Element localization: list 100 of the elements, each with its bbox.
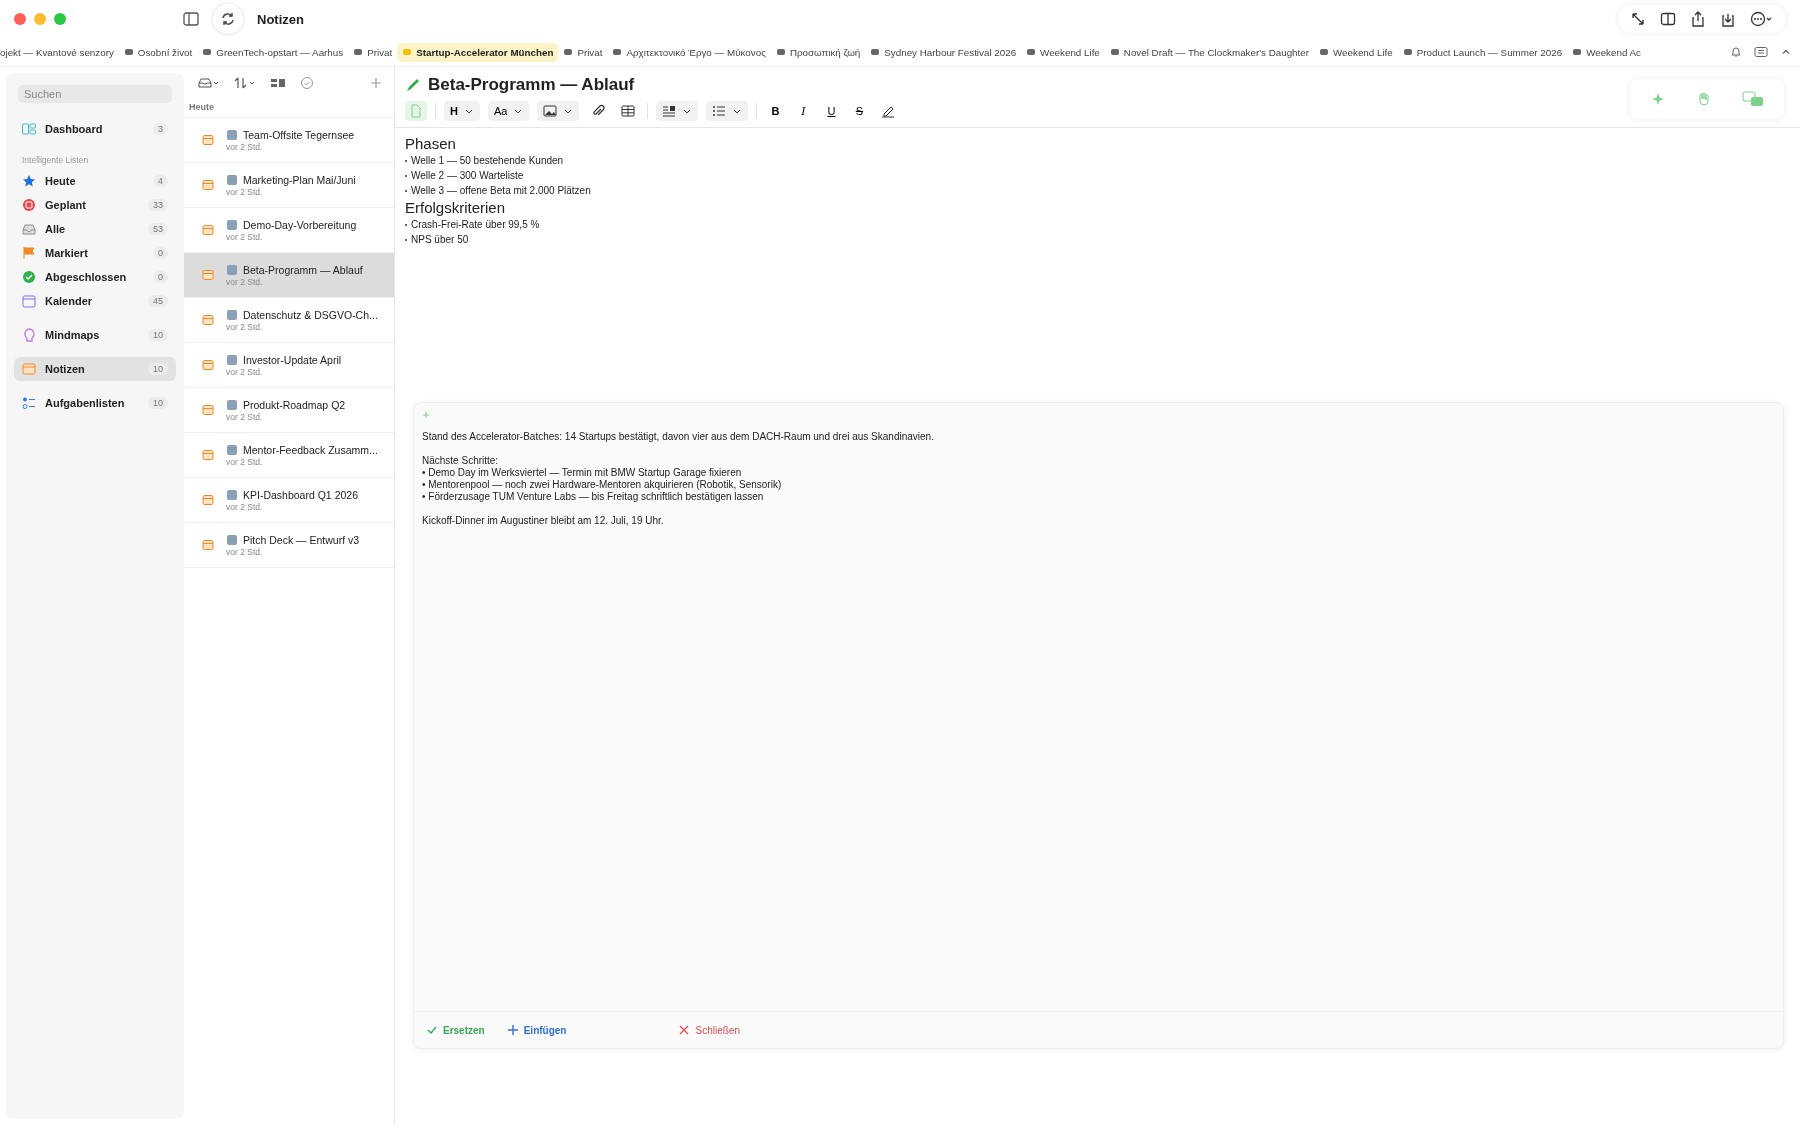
tab[interactable]: Weekend Life — [1314, 42, 1398, 62]
check-icon — [426, 1024, 438, 1036]
action-button[interactable]: Einfügen — [500, 1023, 573, 1037]
sidebar-item[interactable]: Alle 53 — [14, 217, 176, 241]
tab[interactable]: Προσωπική ζωή — [770, 42, 866, 62]
close-button[interactable] — [14, 13, 26, 25]
note-title: Datenschutz & DSGVO-Ch... — [243, 308, 378, 321]
more-icon[interactable] — [1750, 11, 1774, 27]
note-icon — [202, 269, 214, 281]
text-line: • Mentorenpool — noch zwei Hardware-Mentoren akquirieren (Robotik, Sensorik) — [422, 479, 783, 491]
dropdown-button[interactable]: H — [444, 101, 480, 121]
note-item[interactable]: Marketing-Plan Mai/Juni vor 2 Std. — [184, 163, 394, 208]
sync-button[interactable] — [213, 4, 243, 34]
document-icon — [410, 104, 422, 118]
planned-icon — [22, 198, 36, 212]
sidebar-item[interactable]: Abgeschlossen 0 — [14, 265, 176, 289]
tab[interactable]: Weekend Ac — [1567, 42, 1646, 62]
underline-button[interactable]: U — [821, 101, 842, 121]
dropdown-button[interactable]: Aa — [487, 101, 530, 121]
note-title: Produkt-Roadmap Q2 — [243, 398, 346, 411]
note-item[interactable]: Team-Offsite Tegernsee vor 2 Std. — [184, 118, 394, 163]
italic-button[interactable]: I — [793, 101, 814, 121]
note-time: vor 2 Std. — [226, 141, 264, 152]
sidebar-item[interactable]: Dashboard 3 — [14, 117, 176, 141]
sidebar-item[interactable]: Markiert 0 — [14, 241, 176, 265]
paragraph-style-button[interactable] — [656, 101, 699, 121]
note-item[interactable]: Datenschutz & DSGVO-Ch... vor 2 Std. — [184, 298, 394, 343]
bullet-item: Welle 3 — offene Beta mit 2.000 Plätzen — [405, 183, 1800, 198]
note-icon — [202, 179, 214, 191]
tab[interactable]: Sydney Harbour Festival 2026 — [865, 42, 1022, 62]
bold-button[interactable]: B — [765, 101, 786, 121]
section-heading: Heute — [184, 99, 394, 118]
tab[interactable]: Osobní život — [118, 42, 198, 62]
tab[interactable]: Privat — [558, 42, 608, 62]
sidebar-item[interactable]: Kalender 45 — [14, 289, 176, 313]
text-line: Nächste Schritte: — [422, 455, 500, 467]
tab[interactable]: Weekend Life — [1021, 42, 1105, 62]
note-icon — [202, 494, 214, 506]
sidebar-item[interactable]: Heute 4 — [14, 169, 176, 193]
calendar-icon — [22, 294, 36, 308]
text-line: • Demo Day im Werksviertel — Termin mit BMW Startup Garage fixieren — [422, 467, 743, 479]
sidebar-item[interactable]: Aufgabenlisten 10 — [14, 391, 176, 415]
plus-icon — [506, 1024, 519, 1036]
sort-icon[interactable] — [234, 77, 256, 89]
note-item[interactable]: Pitch Deck — Entwurf v3 vor 2 Std. — [184, 523, 394, 568]
text-line: Stand des Accelerator-Batches: 14 Startups bestätigt, davon vier aus dem DACH-Raum und drei aus Skandinavien. — [422, 431, 935, 443]
window-title: Notizen — [257, 11, 304, 27]
search-field[interactable]: Suchen — [18, 85, 172, 103]
note-icon — [202, 224, 214, 236]
tab[interactable]: GreenTech-opstart — Aarhus — [197, 42, 349, 62]
note-title: Mentor-Feedback Zusamm... — [243, 443, 378, 456]
sidebar-item[interactable]: Notizen 10 — [14, 357, 176, 381]
dashboard-icon — [22, 122, 36, 136]
count-badge: 10 — [148, 363, 168, 375]
note-item[interactable]: Produkt-Roadmap Q2 vor 2 Std. — [184, 388, 394, 433]
reader-icon[interactable] — [1754, 46, 1768, 58]
inbox-filter-icon[interactable] — [198, 77, 220, 89]
image-button[interactable] — [537, 101, 580, 121]
highlighter-icon[interactable] — [881, 104, 896, 118]
tasks-icon — [22, 396, 36, 410]
sidebar-item[interactable]: Geplant 33 — [14, 193, 176, 217]
note-time: vor 2 Std. — [226, 456, 264, 467]
share-icon[interactable] — [1690, 11, 1706, 27]
expand-icon[interactable] — [1630, 11, 1646, 27]
check-circle-icon[interactable] — [300, 76, 314, 90]
note-item[interactable]: KPI-Dashboard Q1 2026 vor 2 Std. — [184, 478, 394, 523]
table-icon[interactable] — [621, 105, 636, 117]
bullet-item: Welle 1 — 50 bestehende Kunden — [405, 153, 1800, 168]
strike-button[interactable]: S — [849, 101, 870, 121]
note-item[interactable]: Beta-Programm — Ablauf vor 2 Std. — [184, 253, 394, 298]
sidebar-item[interactable]: Mindmaps 10 — [14, 323, 176, 347]
tab[interactable]: ojekt — Kvantové senzory — [0, 42, 119, 62]
count-badge: 0 — [153, 271, 168, 283]
note-icon — [202, 404, 214, 416]
count-badge: 4 — [153, 175, 168, 187]
image-icon — [543, 105, 558, 117]
tab[interactable]: Startup-Accelerator München — [397, 42, 559, 62]
flagged-icon — [22, 246, 36, 260]
view-mode-icon[interactable] — [270, 77, 286, 89]
tab[interactable]: Αρχιτεκτονικό Έργο — Μύκονος — [607, 42, 771, 62]
tab[interactable]: Novel Draft — The Clockmaker's Daughter — [1104, 42, 1314, 62]
note-icon — [202, 539, 214, 551]
close-icon — [678, 1024, 691, 1036]
bell-icon[interactable] — [1730, 46, 1742, 58]
split-view-icon[interactable] — [1660, 11, 1676, 27]
note-item[interactable]: Investor-Update April vor 2 Std. — [184, 343, 394, 388]
tab[interactable]: Product Launch — Summer 2026 — [1397, 42, 1568, 62]
sidebar-toggle-icon[interactable] — [183, 12, 199, 26]
note-icon — [202, 359, 214, 371]
note-time: vor 2 Std. — [226, 321, 264, 332]
all-icon — [22, 222, 36, 236]
list-button[interactable] — [706, 101, 749, 121]
note-title: Pitch Deck — Entwurf v3 — [243, 533, 360, 546]
paperclip-icon[interactable] — [591, 104, 606, 118]
tab[interactable]: Privat — [348, 42, 398, 62]
today-icon — [22, 174, 36, 188]
action-button[interactable]: Schließen — [672, 1023, 746, 1037]
done-icon — [22, 270, 36, 284]
note-item[interactable]: Mentor-Feedback Zusamm... vor 2 Std. — [184, 433, 394, 478]
download-icon[interactable] — [1720, 11, 1736, 27]
